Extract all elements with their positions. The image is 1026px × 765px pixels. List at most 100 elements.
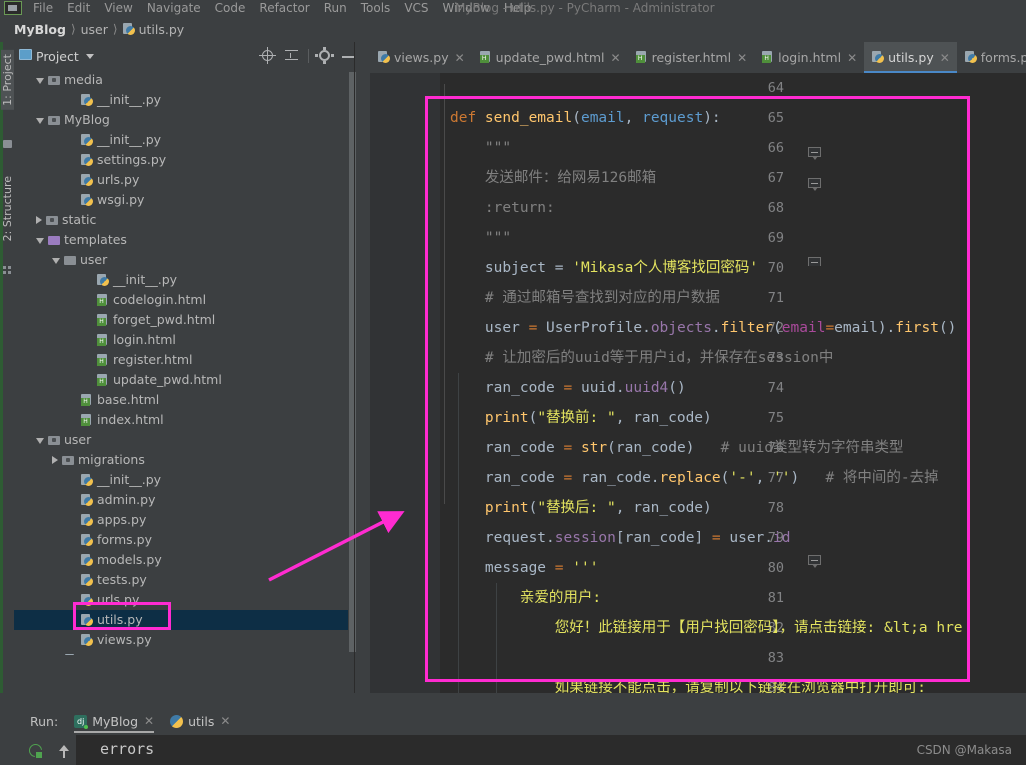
code-line-76[interactable]: ran_code = str(ran_code) # uuid类型转为字符串类型 bbox=[450, 433, 1026, 463]
tree-item--init-py[interactable]: __init__.py bbox=[14, 90, 357, 110]
tree-item-urls-py[interactable]: urls.py bbox=[14, 590, 357, 610]
run-tab-close-icon-2[interactable]: ✕ bbox=[220, 714, 230, 728]
tree-item-admin-py[interactable]: admin.py bbox=[14, 490, 357, 510]
breadcrumb-project[interactable]: MyBlog bbox=[14, 22, 66, 37]
tree-item-codelogin-html[interactable]: codelogin.html bbox=[14, 290, 357, 310]
chevron-right-icon[interactable] bbox=[36, 216, 42, 224]
rail-button-structure[interactable]: 2: Structure bbox=[1, 172, 14, 245]
tree-item-myblog[interactable]: MyBlog bbox=[14, 110, 357, 130]
run-tab-myblog[interactable]: dj MyBlog ✕ bbox=[74, 707, 154, 735]
code-line-82[interactable]: 您好！此链接用于【用户找回密码】，请点击链接: &lt;a hre bbox=[450, 613, 1026, 643]
panel-splitter[interactable] bbox=[354, 42, 355, 693]
editor-tab-register-html[interactable]: register.html ✕ bbox=[628, 42, 755, 73]
code-line-70[interactable]: subject = 'Mikasa个人博客找回密码' bbox=[450, 253, 1026, 283]
tab-close-icon[interactable]: ✕ bbox=[737, 51, 747, 65]
code-line-69[interactable]: """ bbox=[450, 223, 1026, 253]
rail-button-project[interactable]: 1: Project bbox=[1, 50, 14, 110]
tree-item-wsgi-py[interactable]: wsgi.py bbox=[14, 190, 357, 210]
tree-item-index-html[interactable]: index.html bbox=[14, 410, 357, 430]
chevron-down-icon[interactable] bbox=[36, 238, 44, 244]
tree-item-templates[interactable]: templates bbox=[14, 230, 357, 250]
editor-tab-update-pwd-html[interactable]: update_pwd.html ✕ bbox=[472, 42, 628, 73]
tab-close-icon[interactable]: ✕ bbox=[847, 51, 857, 65]
code-content[interactable]: def send_email(email, request): """ 发送邮件… bbox=[450, 73, 1026, 693]
tree-item-update-pwd-html[interactable]: update_pwd.html bbox=[14, 370, 357, 390]
tree-item-media[interactable]: media bbox=[14, 70, 357, 90]
code-line-78[interactable]: print("替换后: ", ran_code) bbox=[450, 493, 1026, 523]
run-tab-utils[interactable]: utils ✕ bbox=[170, 707, 230, 735]
code-line-64[interactable] bbox=[450, 73, 1026, 103]
menu-item-view[interactable]: View bbox=[97, 0, 139, 16]
tree-item-urls-py[interactable]: urls.py bbox=[14, 170, 357, 190]
breadcrumb-file[interactable]: utils.py bbox=[139, 22, 185, 37]
chevron-down-icon[interactable] bbox=[52, 258, 60, 264]
tree-item-manage-py[interactable]: manage.py bbox=[14, 650, 357, 655]
code-line-74[interactable]: ran_code = uuid.uuid4() bbox=[450, 373, 1026, 403]
tree-item-user[interactable]: user bbox=[14, 430, 357, 450]
editor-tab-forms-py[interactable]: forms.py✕ bbox=[957, 42, 1026, 73]
tree-item--init-py[interactable]: __init__.py bbox=[14, 270, 357, 290]
tree-item--init-py[interactable]: __init__.py bbox=[14, 130, 357, 150]
tree-item-apps-py[interactable]: apps.py bbox=[14, 510, 357, 530]
tree-item-views-py[interactable]: views.py bbox=[14, 630, 357, 650]
tree-item-user[interactable]: user bbox=[14, 250, 357, 270]
code-line-73[interactable]: # 让加密后的uuid等于用户id，并保存在session中 bbox=[450, 343, 1026, 373]
error-stripe[interactable] bbox=[1014, 73, 1026, 693]
tree-item-forget-pwd-html[interactable]: forget_pwd.html bbox=[14, 310, 357, 330]
up-arrow-icon[interactable] bbox=[58, 743, 70, 758]
run-tab-close-icon[interactable]: ✕ bbox=[144, 714, 154, 728]
hide-panel-icon[interactable] bbox=[337, 47, 361, 65]
code-line-66[interactable]: """ bbox=[450, 133, 1026, 163]
code-line-65[interactable]: def send_email(email, request): bbox=[450, 103, 1026, 133]
menu-item-refactor[interactable]: Refactor bbox=[252, 0, 316, 16]
menu-item-file[interactable]: File bbox=[26, 0, 60, 16]
code-line-79[interactable]: request.session[ran_code] = user.id bbox=[450, 523, 1026, 553]
menu-item-navigate[interactable]: Navigate bbox=[140, 0, 208, 16]
scroll-from-source-icon[interactable] bbox=[256, 47, 280, 65]
tree-item-forms-py[interactable]: forms.py bbox=[14, 530, 357, 550]
collapse-all-icon[interactable] bbox=[280, 47, 304, 65]
menu-item-vcs[interactable]: VCS bbox=[397, 0, 435, 16]
code-line-80[interactable]: message = ''' bbox=[450, 553, 1026, 583]
menu-item-edit[interactable]: Edit bbox=[60, 0, 97, 16]
tab-close-icon[interactable]: ✕ bbox=[611, 51, 621, 65]
chevron-down-icon[interactable] bbox=[36, 438, 44, 444]
tab-close-icon[interactable]: ✕ bbox=[940, 51, 950, 65]
tree-item-base-html[interactable]: base.html bbox=[14, 390, 357, 410]
tree-item-tests-py[interactable]: tests.py bbox=[14, 570, 357, 590]
breadcrumb-folder[interactable]: user bbox=[81, 22, 108, 37]
tree-item-models-py[interactable]: models.py bbox=[14, 550, 357, 570]
tab-close-icon[interactable]: ✕ bbox=[455, 51, 465, 65]
tree-item-static[interactable]: static bbox=[14, 210, 357, 230]
editor-tab-bar[interactable]: views.py✕update_pwd.html✕register.html✕l… bbox=[370, 42, 1026, 73]
code-line-83[interactable] bbox=[450, 643, 1026, 673]
code-line-75[interactable]: print("替换前: ", ran_code) bbox=[450, 403, 1026, 433]
tree-scrollbar[interactable] bbox=[348, 72, 357, 652]
chevron-down-icon[interactable] bbox=[36, 118, 44, 124]
tree-item-register-html[interactable]: register.html bbox=[14, 350, 357, 370]
tree-item-migrations[interactable]: migrations bbox=[14, 450, 357, 470]
code-line-71[interactable]: # 通过邮箱号查找到对应的用户数据 bbox=[450, 283, 1026, 313]
chevron-down-icon[interactable] bbox=[36, 78, 44, 84]
menu-item-tools[interactable]: Tools bbox=[354, 0, 398, 16]
tree-item-settings-py[interactable]: settings.py bbox=[14, 150, 357, 170]
code-line-81[interactable]: 亲爱的用户: bbox=[450, 583, 1026, 613]
editor-tab-login-html[interactable]: login.html ✕ bbox=[754, 42, 864, 73]
tree-item-login-html[interactable]: login.html bbox=[14, 330, 357, 350]
code-line-68[interactable]: :return: bbox=[450, 193, 1026, 223]
tree-item-utils-py[interactable]: utils.py bbox=[14, 610, 357, 630]
code-line-77[interactable]: ran_code = ran_code.replace('-', '') # 将… bbox=[450, 463, 1026, 493]
code-line-72[interactable]: user = UserProfile.objects.filter(email=… bbox=[450, 313, 1026, 343]
rerun-icon[interactable] bbox=[28, 744, 44, 758]
chevron-right-icon[interactable] bbox=[52, 456, 58, 464]
code-line-67[interactable]: 发送邮件：给网易126邮箱 bbox=[450, 163, 1026, 193]
editor-tab-utils-py[interactable]: utils.py ✕ bbox=[864, 42, 957, 73]
chevron-down-icon[interactable] bbox=[85, 53, 94, 59]
tree-item--init-py[interactable]: __init__.py bbox=[14, 470, 357, 490]
menu-item-run[interactable]: Run bbox=[317, 0, 354, 16]
gear-icon[interactable] bbox=[313, 47, 337, 65]
menu-item-code[interactable]: Code bbox=[208, 0, 253, 16]
code-line-84[interactable]: 如果链接不能点击，请复制以下链接在浏览器中打开即可: bbox=[450, 673, 1026, 693]
editor-tab-views-py[interactable]: views.py ✕ bbox=[370, 42, 472, 73]
project-file-tree[interactable]: media __init__.py MyBlog __init__.py setting… bbox=[14, 70, 357, 655]
